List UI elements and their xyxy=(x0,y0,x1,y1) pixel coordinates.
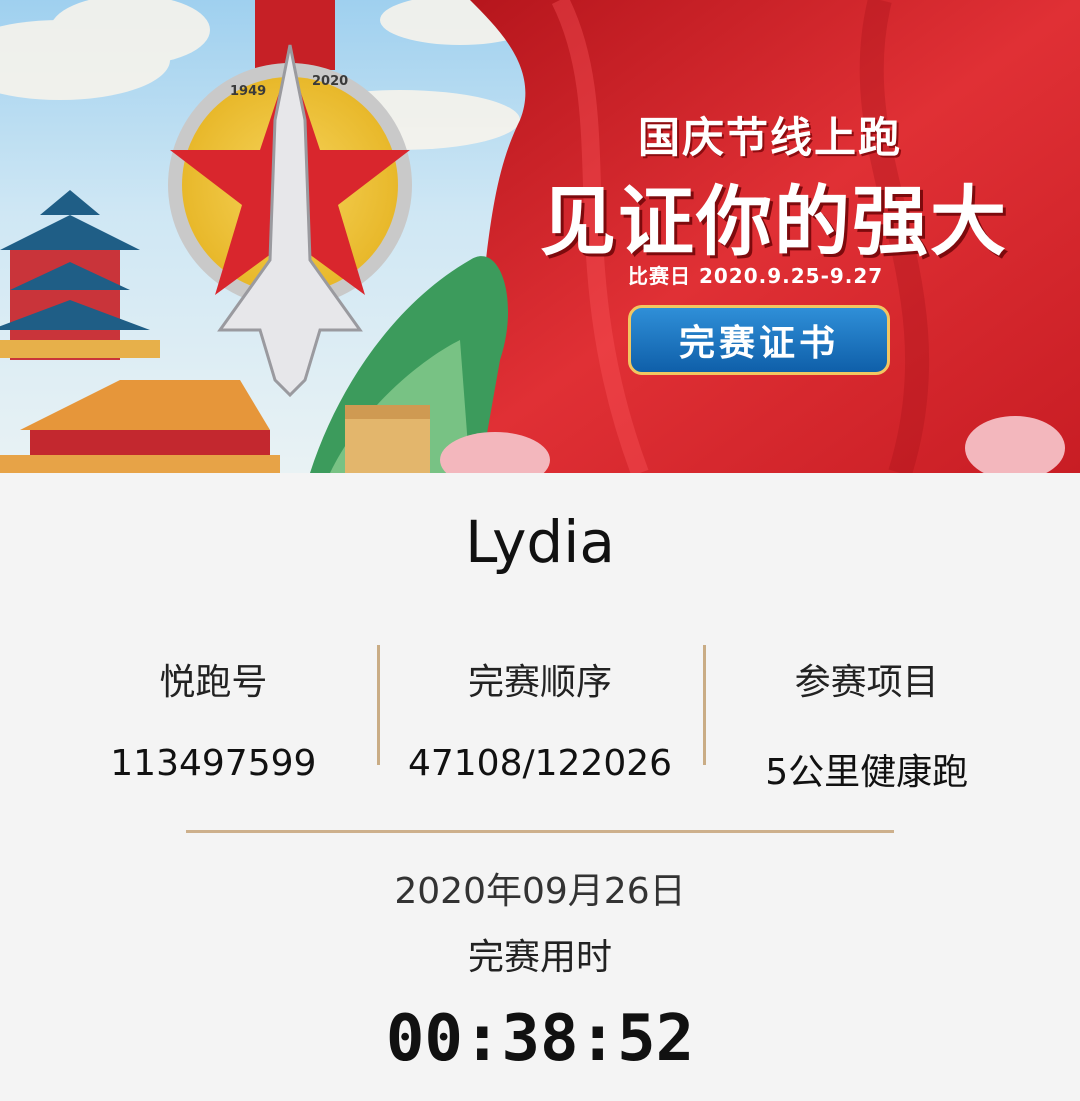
stat-runner-id: 悦跑号 113497599 xyxy=(50,645,377,785)
stat-label: 悦跑号 xyxy=(159,662,268,703)
medal-year-right: 2020 xyxy=(312,74,348,89)
banner-headline: 见证你的强大 xyxy=(540,177,1008,266)
stat-label: 完赛顺序 xyxy=(468,662,613,703)
stat-event: 参赛项目 5公里健康跑 xyxy=(703,645,1030,793)
temple-of-heaven-icon xyxy=(0,190,160,360)
finish-time-label: 完赛用时 xyxy=(467,937,612,978)
finish-date: 2020年09月26日 xyxy=(394,871,686,912)
banner-text-block: 国庆节线上跑 见证你的强大 比赛日 2020.9.25-9.27 完赛证书 xyxy=(540,0,1080,473)
stat-value: 5公里健康跑 xyxy=(765,752,969,793)
finish-time: 00:38:52 xyxy=(385,1002,695,1076)
race-dates: 比赛日 2020.9.25-9.27 xyxy=(628,264,884,288)
certificate-button[interactable]: 完赛证书 xyxy=(628,305,890,375)
stat-finish-order: 完赛顺序 47108/122026 xyxy=(376,645,704,785)
medal-year-left: 1949 xyxy=(230,84,266,99)
stat-value: 47108/122026 xyxy=(407,743,673,784)
stat-value: 113497599 xyxy=(110,743,317,784)
banner-subtitle: 国庆节线上跑 xyxy=(638,113,903,162)
section-divider xyxy=(186,830,894,833)
stats-row: 悦跑号 113497599 完赛顺序 47108/122026 参赛项目 5公里… xyxy=(50,645,1030,793)
stat-label: 参赛项目 xyxy=(794,662,939,703)
runner-name: Lydia xyxy=(465,508,615,576)
event-banner: 1949 2020 国庆节线上跑 见证你的强大 比赛日 2020.9.25-9.… xyxy=(0,0,1080,473)
palace-icon xyxy=(0,380,280,473)
